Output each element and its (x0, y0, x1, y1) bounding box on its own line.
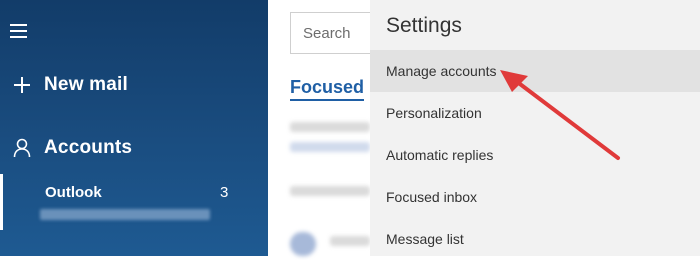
selection-indicator (0, 174, 3, 230)
automatic-replies-menu-item[interactable]: Automatic replies (370, 134, 700, 176)
blurred-message-line (290, 122, 370, 132)
manage-accounts-menu-item[interactable]: Manage accounts (370, 50, 700, 92)
unread-count: 3 (220, 184, 229, 201)
new-mail-label: New mail (44, 74, 128, 95)
plus-icon (0, 76, 44, 94)
accounts-button[interactable]: Accounts (0, 134, 132, 162)
settings-panel: Settings Manage accounts Personalization… (370, 0, 700, 256)
blurred-avatar (290, 232, 316, 256)
blurred-message-line (290, 186, 370, 196)
hamburger-menu-icon[interactable] (10, 24, 30, 42)
tab-focused[interactable]: Focused (290, 77, 365, 101)
redacted-email-address (40, 209, 210, 220)
blurred-message-line (330, 236, 370, 246)
new-mail-button[interactable]: New mail (0, 72, 128, 98)
blurred-message-line (290, 142, 370, 152)
message-list-pane: Search Focused (268, 0, 390, 256)
person-icon (0, 138, 44, 158)
account-item-outlook[interactable]: Outlook 3 (0, 174, 268, 230)
settings-title: Settings (386, 14, 462, 37)
account-name: Outlook (45, 184, 102, 201)
message-list-menu-item[interactable]: Message list (370, 218, 700, 260)
personalization-menu-item[interactable]: Personalization (370, 92, 700, 134)
navigation-pane: New mail Accounts Outlook 3 (0, 0, 268, 256)
accounts-label: Accounts (44, 137, 133, 158)
focused-inbox-menu-item[interactable]: Focused inbox (370, 176, 700, 218)
